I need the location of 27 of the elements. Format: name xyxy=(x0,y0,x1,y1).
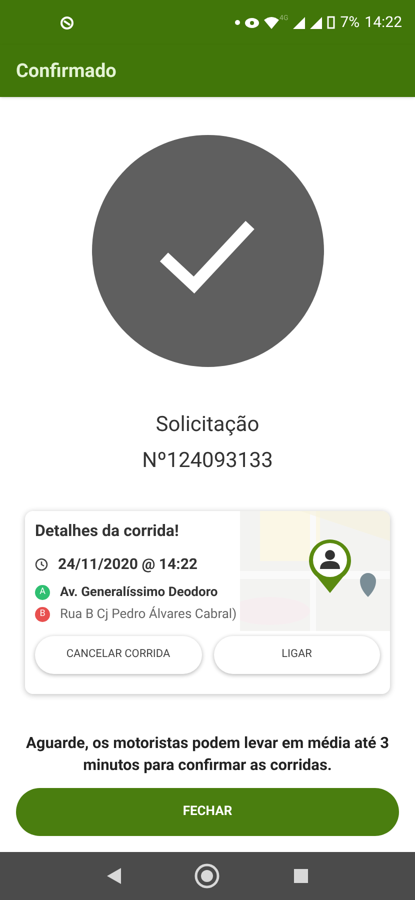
stop-marker: A xyxy=(35,585,50,600)
close-button[interactable]: FECHAR xyxy=(16,788,399,836)
request-number: Nº124093133 xyxy=(142,448,273,475)
wait-message: Aguarde, os motoristas podem levar em média até 3 minutos para confirmar as corridas. xyxy=(24,733,390,776)
request-label: Solicitação xyxy=(156,412,260,439)
stop-address: Rua B Cj Pedro Álvares Cabral) xyxy=(60,605,237,624)
cancel-ride-button[interactable]: CANCELAR CORRIDA xyxy=(35,636,202,674)
stop-marker: B xyxy=(35,607,50,622)
clock-icon xyxy=(35,558,48,571)
card-title: Detalhes da corrida! xyxy=(35,520,180,542)
battery-percent: 7% xyxy=(340,12,360,34)
checkmark-icon xyxy=(92,135,324,367)
driver-pin-icon xyxy=(307,537,353,593)
screen-title: Confirmado xyxy=(16,58,116,84)
battery-icon xyxy=(327,16,336,29)
signal-icon xyxy=(293,16,306,28)
ride-datetime: 24/11/2020 @ 14:22 xyxy=(58,554,198,575)
clock: 14:22 xyxy=(364,12,402,34)
signal-icon xyxy=(310,16,322,28)
back-icon[interactable] xyxy=(106,868,121,884)
call-button[interactable]: LIGAR xyxy=(214,636,380,674)
home-icon[interactable] xyxy=(194,863,220,889)
stop-address: Av. Generalíssimo Deodoro xyxy=(60,584,218,602)
eye-icon xyxy=(244,18,259,28)
dot-icon xyxy=(234,20,240,25)
recents-icon[interactable] xyxy=(294,869,308,883)
wifi-icon xyxy=(264,16,279,28)
